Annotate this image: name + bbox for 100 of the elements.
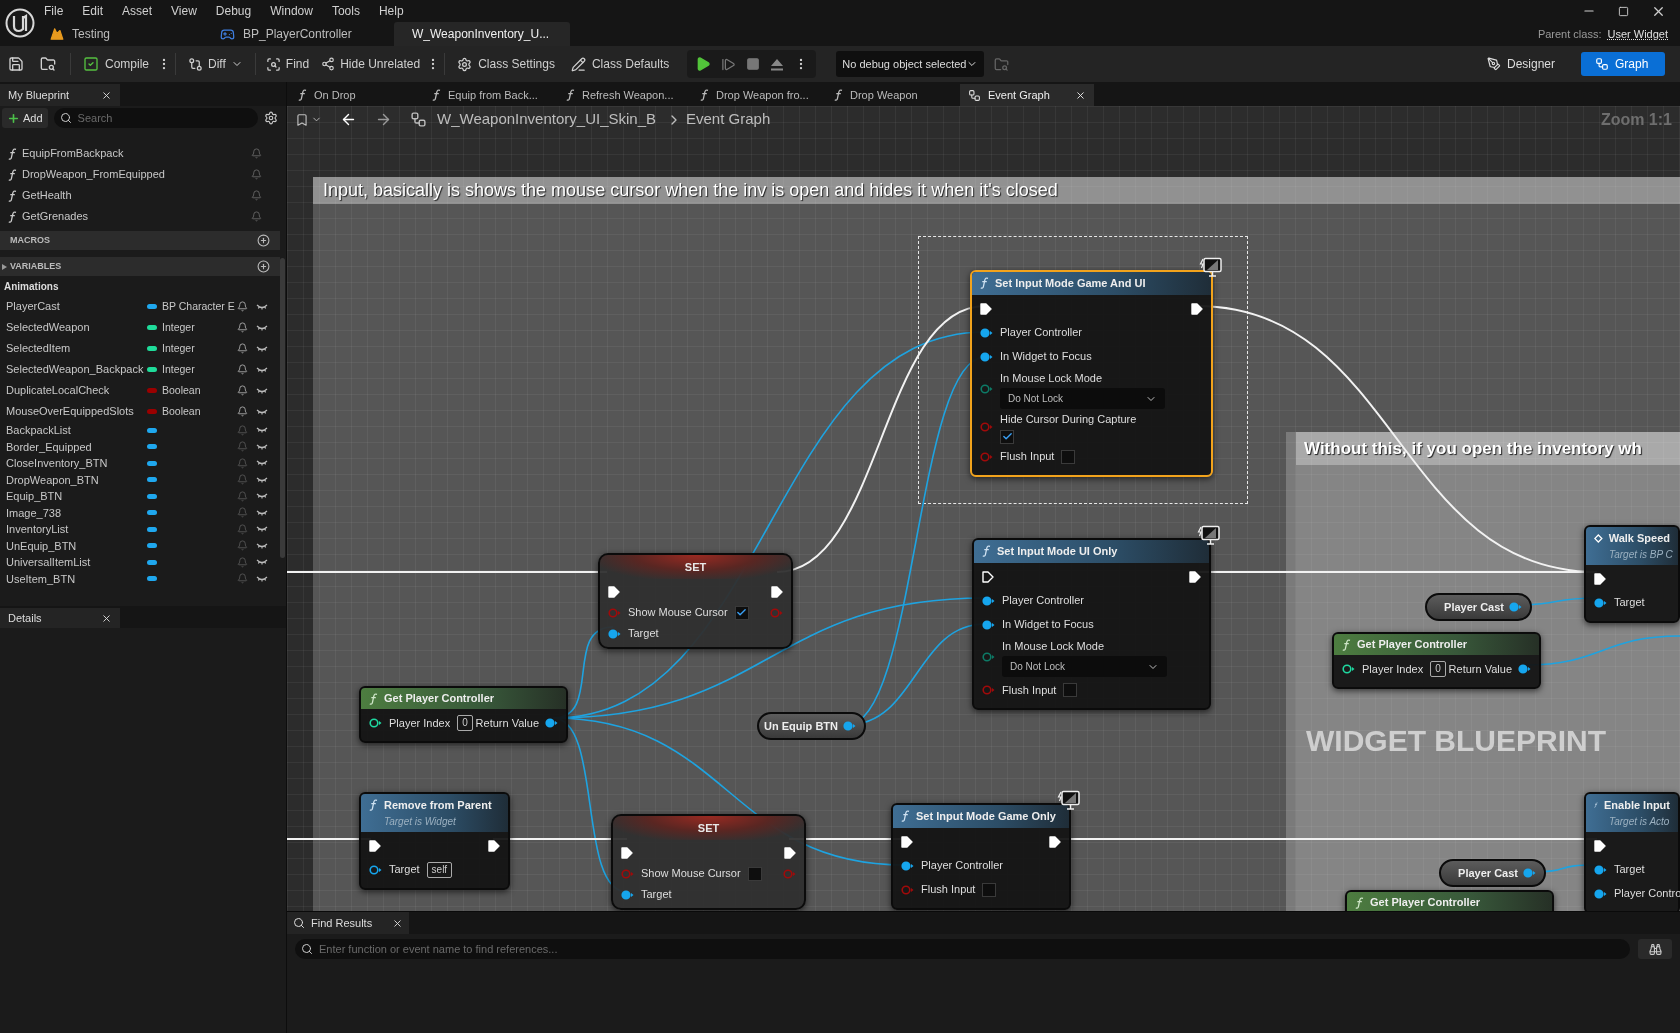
document-tab[interactable]: BP_PlayerController bbox=[210, 22, 394, 46]
scrollbar[interactable] bbox=[280, 258, 285, 558]
compile-button[interactable]: Compile bbox=[75, 51, 157, 77]
variable-item[interactable]: SelectedWeapon_Backpack Integer bbox=[0, 359, 280, 380]
variable-item[interactable]: Image_738 bbox=[0, 504, 280, 521]
exec-pin-icon[interactable] bbox=[369, 839, 381, 852]
graph-node[interactable]: SET Show Mouse Cursor Target bbox=[611, 814, 806, 910]
data-pin-icon[interactable] bbox=[980, 327, 993, 338]
variable-item[interactable]: UseItem_BTN bbox=[0, 570, 280, 587]
search-field[interactable]: Search bbox=[53, 108, 258, 128]
step-icon[interactable] bbox=[721, 56, 737, 72]
bell-icon[interactable] bbox=[237, 343, 248, 354]
exec-pin-icon[interactable] bbox=[1594, 839, 1606, 852]
graph-tab[interactable]: Event Graph bbox=[960, 84, 1094, 106]
eye-closed-icon[interactable] bbox=[256, 559, 268, 566]
function-item[interactable]: EquipFromBackpack bbox=[0, 143, 280, 164]
graph-node[interactable]: Remove from Parent Target is Widget Target self bbox=[359, 792, 510, 890]
variable-item[interactable]: UnEquip_BTN bbox=[0, 537, 280, 554]
data-pin-icon[interactable] bbox=[1594, 888, 1607, 899]
variable-item[interactable]: UniversalItemList bbox=[0, 554, 280, 571]
exec-pin-icon[interactable] bbox=[901, 835, 913, 848]
bookmark-icon[interactable] bbox=[295, 112, 309, 127]
eye-closed-icon[interactable] bbox=[256, 542, 268, 549]
mode-button[interactable]: Designer bbox=[1472, 52, 1569, 76]
exec-pin-icon[interactable] bbox=[980, 302, 992, 315]
section-header[interactable]: MACROS bbox=[0, 231, 280, 250]
mode-button[interactable]: Graph bbox=[1581, 52, 1665, 76]
checkbox[interactable] bbox=[1000, 429, 1014, 444]
graph-node[interactable]: Enable Input Target is Acto Target Player Contro bbox=[1584, 792, 1680, 911]
breadcrumb-item[interactable]: Event Graph bbox=[686, 108, 771, 131]
graph-node[interactable]: SET Show Mouse Cursor Target bbox=[598, 553, 793, 649]
add-circle-icon[interactable] bbox=[257, 260, 270, 273]
data-pin-icon[interactable] bbox=[982, 619, 995, 630]
variable-node[interactable]: Player Cast bbox=[1425, 593, 1532, 621]
variable-node[interactable]: Player Cast bbox=[1439, 859, 1546, 887]
eye-closed-icon[interactable] bbox=[256, 408, 268, 415]
exec-pin-icon[interactable] bbox=[1191, 302, 1203, 315]
variable-item[interactable]: BackpackList bbox=[0, 422, 280, 439]
variable-item[interactable]: Equip_BTN bbox=[0, 488, 280, 505]
exec-pin-icon[interactable] bbox=[784, 846, 796, 859]
data-pin-icon[interactable] bbox=[369, 864, 382, 875]
eye-closed-icon[interactable] bbox=[256, 366, 268, 373]
debug-object-dropdown[interactable]: No debug object selected bbox=[836, 51, 985, 77]
graph-node[interactable]: Walk Speed Target is BP C Target bbox=[1584, 525, 1680, 623]
variable-item[interactable]: DropWeapon_BTN bbox=[0, 471, 280, 488]
exec-pin-icon[interactable] bbox=[608, 585, 620, 598]
panel-tab[interactable]: My Blueprint bbox=[0, 84, 120, 106]
eye-closed-icon[interactable] bbox=[256, 476, 268, 483]
checkbox[interactable] bbox=[1061, 449, 1076, 464]
exec-pin-icon[interactable] bbox=[1189, 570, 1201, 583]
exec-pin-icon[interactable] bbox=[1049, 835, 1061, 848]
panel-tab[interactable]: Details bbox=[0, 608, 120, 628]
close-icon[interactable] bbox=[392, 917, 403, 929]
bell-icon[interactable] bbox=[237, 385, 248, 396]
document-tab[interactable]: W_WeaponInventory_U... bbox=[394, 22, 570, 46]
add-circle-icon[interactable] bbox=[257, 234, 270, 247]
section-header[interactable]: VARIABLES bbox=[0, 257, 280, 276]
function-item[interactable]: GetGrenades bbox=[0, 206, 280, 227]
menu-item[interactable]: Help bbox=[378, 2, 404, 20]
data-pin-icon[interactable] bbox=[369, 718, 382, 728]
graph-tab[interactable]: On Drop bbox=[290, 84, 424, 106]
hide-unrelated-button[interactable]: Hide Unrelated bbox=[315, 51, 427, 77]
eye-closed-icon[interactable] bbox=[256, 303, 268, 310]
value-field[interactable]: 0 bbox=[457, 715, 473, 731]
checkbox[interactable] bbox=[734, 605, 749, 620]
menu-item[interactable]: Window bbox=[270, 2, 313, 20]
exec-pin-icon[interactable] bbox=[1594, 572, 1606, 585]
eye-closed-icon[interactable] bbox=[256, 443, 268, 450]
graph-node[interactable]: Set Input Mode Game And UI Player Controller In Widget to Focus In Mouse Lock Mode Do Not Lock Hide Cursor During Capture Flush Input bbox=[970, 270, 1213, 477]
data-pin-icon[interactable] bbox=[1594, 597, 1607, 608]
bell-icon[interactable] bbox=[237, 322, 248, 333]
variable-item[interactable]: SelectedWeapon Integer bbox=[0, 317, 280, 338]
eye-closed-icon[interactable] bbox=[256, 493, 268, 500]
variable-item[interactable]: PlayerCast BP Character E bbox=[0, 296, 280, 317]
graph-tab[interactable]: Equip from Back... bbox=[424, 84, 558, 106]
bell-icon[interactable] bbox=[237, 406, 248, 417]
binoculars-button[interactable] bbox=[1638, 939, 1672, 959]
variable-item[interactable]: DuplicateLocalCheck Boolean bbox=[0, 380, 280, 401]
variable-node[interactable]: Un Equip BTN bbox=[757, 712, 866, 740]
graph-node[interactable]: Set Input Mode UI Only Player Controller In Widget to Focus In Mouse Lock Mode Do Not Lock Flush Input bbox=[972, 538, 1211, 710]
variable-item[interactable]: Border_Equipped bbox=[0, 438, 280, 455]
variable-item[interactable]: InventoryList bbox=[0, 521, 280, 538]
dropdown[interactable]: Do Not Lock bbox=[1002, 656, 1167, 677]
eye-closed-icon[interactable] bbox=[256, 575, 268, 582]
graph-node[interactable]: Set Input Mode Game Only Player Controller Flush Input bbox=[891, 803, 1071, 910]
exec-pin-icon[interactable] bbox=[621, 846, 633, 859]
panel-tab[interactable]: Find Results bbox=[287, 912, 409, 934]
parent-class-link[interactable]: User Widget bbox=[1607, 25, 1668, 42]
bell-icon[interactable] bbox=[237, 301, 248, 312]
search-input[interactable]: Search bbox=[77, 109, 252, 127]
menu-item[interactable]: Debug bbox=[215, 2, 252, 20]
save-icon[interactable] bbox=[8, 56, 24, 72]
data-pin-icon[interactable] bbox=[1518, 664, 1531, 674]
diff-button[interactable]: Diff bbox=[180, 51, 251, 77]
exec-pin-icon[interactable] bbox=[771, 585, 783, 598]
exec-pin-icon[interactable] bbox=[488, 839, 500, 852]
eye-closed-icon[interactable] bbox=[256, 460, 268, 467]
menu-item[interactable]: Edit bbox=[82, 2, 104, 20]
eye-closed-icon[interactable] bbox=[256, 324, 268, 331]
checkbox[interactable] bbox=[747, 866, 762, 881]
